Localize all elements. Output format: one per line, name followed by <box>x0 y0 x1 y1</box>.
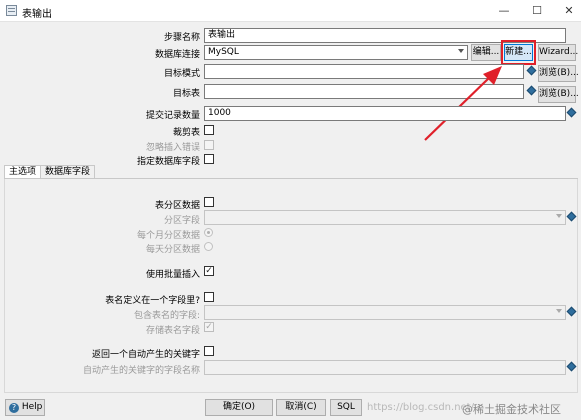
check-icon: ✓ <box>205 322 213 332</box>
store-tablename-label: 存储表名字段 <box>145 326 200 336</box>
radio-dot <box>207 231 210 234</box>
partition-field-label: 分区字段 <box>163 216 200 226</box>
tablename-field-label: 包含表名的字段: <box>133 311 200 321</box>
commit-size-label: 提交记录数量 <box>145 111 200 121</box>
variable-icon <box>526 65 537 76</box>
batch-insert-checkbox[interactable]: ✓ <box>204 266 214 276</box>
maximize-button[interactable]: ☐ <box>519 0 555 21</box>
tablename-field-select[interactable] <box>204 305 566 320</box>
title-bar: 表输出 — ☐ ✕ <box>0 0 581 22</box>
auto-key-field-input[interactable] <box>204 360 566 375</box>
db-connection-select[interactable]: MySQL <box>204 45 468 60</box>
return-key-checkbox[interactable] <box>204 346 214 356</box>
commit-size-input[interactable]: 1000 <box>204 106 566 121</box>
monthly-partition-radio[interactable] <box>204 228 213 237</box>
auto-key-field-label: 自动产生的关键字的字段名称 <box>82 366 200 376</box>
chevron-down-icon <box>556 309 562 313</box>
check-icon: ✓ <box>205 266 213 276</box>
red-arrow-annotation <box>424 66 502 141</box>
tab-database-fields[interactable]: 数据库字段 <box>40 165 96 179</box>
monthly-partition-label: 每个月分区数据 <box>136 231 200 241</box>
truncate-label: 裁剪表 <box>172 128 200 138</box>
db-connection-value: MySQL <box>208 47 239 57</box>
store-tablename-checkbox[interactable]: ✓ <box>204 322 214 332</box>
specify-fields-checkbox[interactable] <box>204 154 214 164</box>
batch-insert-label: 使用批量插入 <box>145 270 200 280</box>
daily-partition-radio[interactable] <box>204 242 213 251</box>
help-icon: ? <box>9 403 19 413</box>
return-key-label: 返回一个自动产生的关键字 <box>91 350 200 360</box>
variable-icon <box>566 107 577 118</box>
target-table-label: 目标表 <box>172 89 200 99</box>
ignore-errors-checkbox[interactable] <box>204 140 214 150</box>
app-icon <box>6 5 17 16</box>
partition-checkbox[interactable] <box>204 197 214 207</box>
browse-schema-button[interactable]: 浏览(B)... <box>538 65 579 82</box>
close-button[interactable]: ✕ <box>551 0 581 21</box>
watermark-url: https://blog.csdn.net/ <box>367 402 474 413</box>
sql-button[interactable]: SQL <box>330 399 362 416</box>
chevron-down-icon <box>556 214 562 218</box>
wizard-button[interactable]: Wizard... <box>538 44 578 61</box>
help-button[interactable]: ? Help <box>5 399 45 416</box>
tablename-in-field-checkbox[interactable] <box>204 292 214 302</box>
edit-connection-button[interactable]: 编辑... <box>471 44 501 61</box>
ignore-errors-label: 忽略插入错误 <box>145 143 200 153</box>
truncate-checkbox[interactable] <box>204 125 214 135</box>
help-label: Help <box>21 402 43 412</box>
daily-partition-label: 每天分区数据 <box>145 245 200 255</box>
chevron-down-icon[interactable] <box>458 49 464 53</box>
window-title: 表输出 <box>22 9 52 20</box>
partition-field-select[interactable] <box>204 210 566 225</box>
minimize-button[interactable]: — <box>486 0 522 21</box>
browse-table-button[interactable]: 浏览(B)... <box>538 86 579 103</box>
variable-icon <box>526 85 537 96</box>
step-name-label: 步骤名称 <box>163 33 200 43</box>
watermark-site: @稀土掘金技术社区 <box>462 403 561 416</box>
tablename-in-field-label: 表名定义在一个字段里? <box>105 296 200 306</box>
partition-label: 表分区数据 <box>154 201 200 211</box>
cancel-button[interactable]: 取消(C) <box>276 399 326 416</box>
new-connection-button[interactable]: 新建... <box>504 44 533 61</box>
specify-fields-label: 指定数据库字段 <box>136 157 200 167</box>
db-connection-label: 数据库连接 <box>154 50 200 60</box>
ok-button[interactable]: 确定(O) <box>205 399 273 416</box>
target-schema-label: 目标模式 <box>163 69 200 79</box>
